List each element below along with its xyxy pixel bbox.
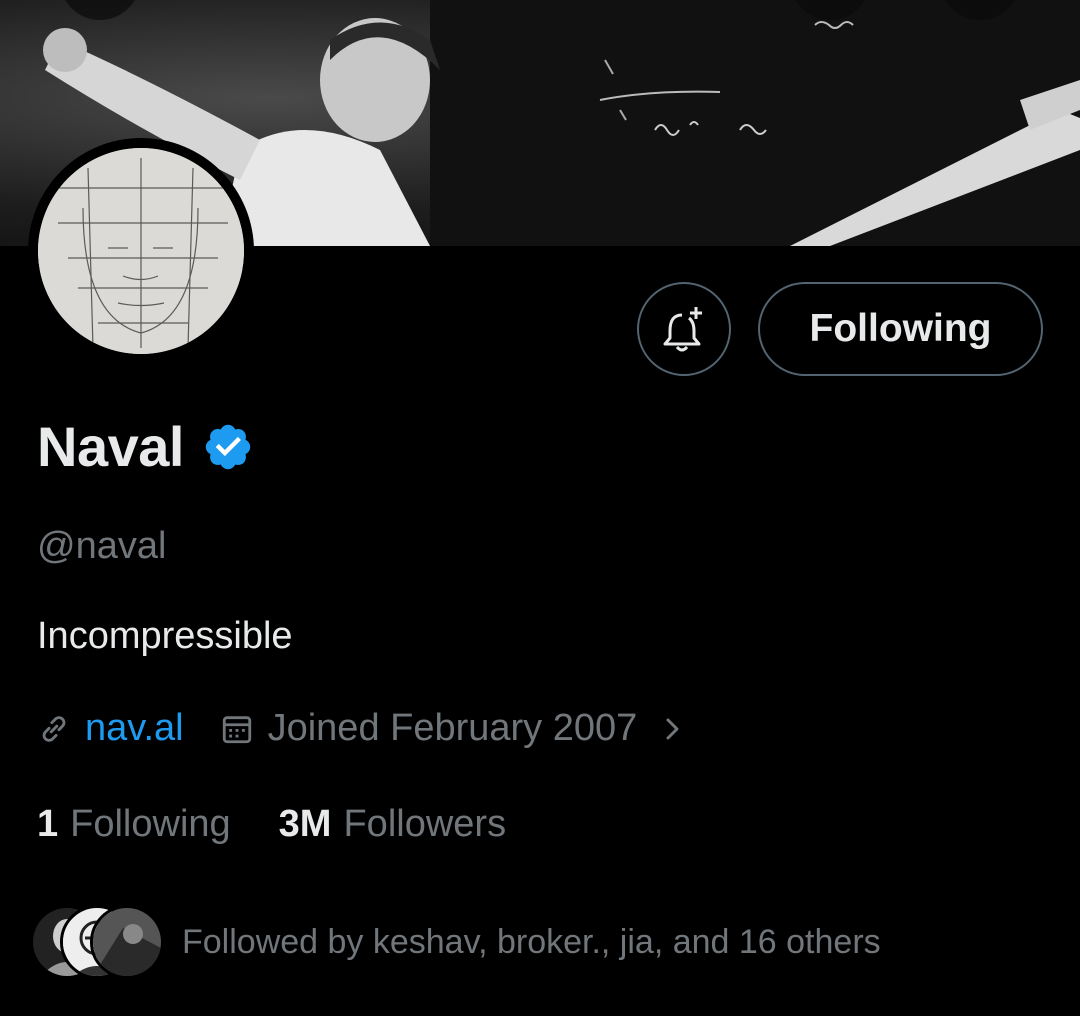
joined-date: Joined February 2007 [267, 707, 638, 749]
bell-plus-icon [663, 307, 702, 352]
followers-label: Followers [343, 803, 507, 845]
profile-name: Naval [37, 415, 184, 478]
profile-stats: 1 Following 3M Followers [37, 803, 506, 846]
notifications-button[interactable] [637, 282, 731, 376]
following-button[interactable]: Following [758, 282, 1043, 376]
followed-by-text: Followed by keshav, broker., jia, and 16… [182, 922, 881, 961]
followers-count: 3M [278, 803, 332, 845]
following-count: 1 [37, 803, 59, 845]
link-icon [42, 715, 66, 742]
profile-handle: @naval [37, 525, 167, 567]
calendar-icon [222, 715, 251, 743]
following-label: Following [70, 803, 231, 845]
profile-bio: Incompressible [37, 615, 293, 657]
website-link[interactable]: nav.al [85, 707, 184, 750]
followed-by-row[interactable]: Followed by keshav, broker., jia, and 16… [30, 905, 881, 979]
follower-avatar [90, 905, 164, 979]
followers-stat[interactable]: 3M Followers [279, 803, 506, 846]
following-stat[interactable]: 1 Following [37, 803, 231, 846]
profile-meta-row: nav.al Joined February 2007 [37, 707, 683, 750]
chevron-right-icon[interactable] [663, 714, 683, 744]
avatar-sketch-icon [38, 148, 244, 354]
avatar[interactable] [28, 138, 254, 364]
profile-name-row: Naval [37, 414, 254, 479]
verified-badge-icon[interactable] [202, 421, 254, 473]
